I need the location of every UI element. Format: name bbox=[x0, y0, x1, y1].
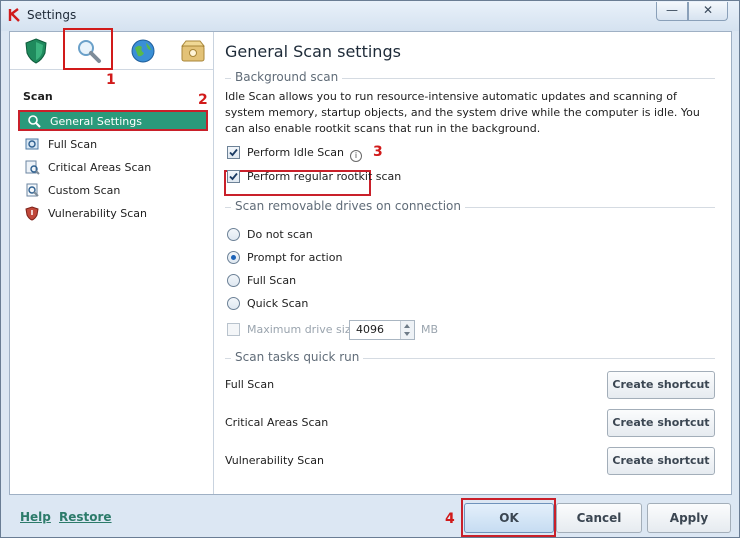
sidebar-item-vulnerability-scan[interactable]: Vulnerability Scan bbox=[18, 203, 208, 224]
quick-run-group: Scan tasks quick run bbox=[225, 350, 715, 365]
main-panel: General Scan settings Background scan Id… bbox=[215, 32, 731, 494]
sidebar-item-label: General Settings bbox=[50, 115, 142, 128]
radio-button[interactable] bbox=[227, 251, 240, 264]
ok-button[interactable]: OK bbox=[464, 503, 554, 533]
radio-label: Do not scan bbox=[247, 228, 313, 241]
group-label: Background scan bbox=[231, 70, 343, 84]
size-unit: MB bbox=[421, 323, 439, 336]
radio-button[interactable] bbox=[227, 297, 240, 310]
stepper-arrows[interactable] bbox=[400, 321, 414, 339]
checkbox[interactable] bbox=[227, 170, 240, 183]
client-area: 1 2 Scan General Settings Full Scan Crit… bbox=[9, 28, 732, 495]
vulnerability-icon bbox=[25, 206, 39, 221]
checkbox-label: Perform regular rootkit scan bbox=[247, 170, 402, 183]
page-title: General Scan settings bbox=[225, 42, 401, 61]
annotation-1: 1 bbox=[106, 72, 116, 88]
sidebar: 1 2 Scan General Settings Full Scan Crit… bbox=[10, 28, 214, 494]
sidebar-item-general-settings[interactable]: General Settings bbox=[18, 110, 208, 131]
radio-button[interactable] bbox=[227, 274, 240, 287]
radio-label: Quick Scan bbox=[247, 297, 309, 310]
task-label-critical-areas-scan: Critical Areas Scan bbox=[225, 416, 329, 429]
close-button[interactable]: ✕ bbox=[688, 2, 728, 21]
annotation-3: 3 bbox=[373, 144, 383, 160]
advanced-icon[interactable] bbox=[172, 36, 212, 66]
category-toolbar bbox=[10, 28, 213, 70]
sidebar-item-label: Full Scan bbox=[48, 138, 98, 151]
sidebar-item-custom-scan[interactable]: Custom Scan bbox=[18, 180, 208, 201]
window-title: Settings bbox=[27, 8, 77, 22]
protection-icon[interactable] bbox=[16, 36, 56, 66]
group-label: Scan removable drives on connection bbox=[231, 199, 465, 213]
apply-button[interactable]: Apply bbox=[647, 503, 731, 533]
sidebar-item-label: Critical Areas Scan bbox=[48, 161, 152, 174]
removable-drives-group: Scan removable drives on connection bbox=[225, 199, 715, 214]
settings-window: Settings — ✕ 1 2 Scan General Settings F… bbox=[0, 0, 740, 538]
radio-label: Full Scan bbox=[247, 274, 297, 287]
cancel-button[interactable]: Cancel bbox=[556, 503, 642, 533]
info-icon[interactable]: i bbox=[349, 150, 362, 162]
checkmark-icon bbox=[229, 172, 238, 181]
max-drive-size-stepper[interactable]: 4096 bbox=[349, 320, 415, 340]
sidebar-section-title: Scan bbox=[23, 90, 53, 103]
radio-label: Prompt for action bbox=[247, 251, 343, 264]
create-shortcut-vulnerability-button[interactable]: Create shortcut bbox=[607, 447, 715, 475]
annotation-2: 2 bbox=[198, 92, 208, 108]
idle-scan-description: Idle Scan allows you to run resource-int… bbox=[225, 90, 700, 135]
checkbox-label: Maximum drive size: bbox=[247, 323, 362, 336]
create-shortcut-full-scan-button[interactable]: Create shortcut bbox=[607, 371, 715, 399]
checkmark-icon bbox=[229, 148, 238, 157]
sidebar-item-critical-areas-scan[interactable]: Critical Areas Scan bbox=[18, 157, 208, 178]
critical-areas-icon bbox=[25, 160, 40, 175]
magnifier-icon bbox=[28, 115, 41, 128]
kaspersky-logo-icon bbox=[8, 8, 20, 22]
chevron-up-icon[interactable] bbox=[404, 324, 410, 328]
help-link[interactable]: Help bbox=[20, 510, 51, 524]
chevron-down-icon[interactable] bbox=[404, 332, 410, 336]
checkbox[interactable] bbox=[227, 146, 240, 159]
task-label-full-scan: Full Scan bbox=[225, 378, 275, 391]
checkbox-label: Perform Idle Scan bbox=[247, 146, 344, 159]
task-label-vulnerability-scan: Vulnerability Scan bbox=[225, 454, 325, 467]
minimize-button[interactable]: — bbox=[656, 2, 688, 21]
background-scan-group: Background scan bbox=[225, 70, 715, 85]
full-scan-icon bbox=[25, 138, 39, 150]
stepper-value: 4096 bbox=[356, 323, 384, 336]
custom-scan-icon bbox=[26, 183, 39, 197]
radio-button[interactable] bbox=[227, 228, 240, 241]
sidebar-item-full-scan[interactable]: Full Scan bbox=[18, 134, 208, 155]
restore-link[interactable]: Restore bbox=[59, 510, 112, 524]
create-shortcut-critical-areas-button[interactable]: Create shortcut bbox=[607, 409, 715, 437]
update-icon[interactable] bbox=[122, 36, 162, 66]
sidebar-item-label: Custom Scan bbox=[48, 184, 121, 197]
group-label: Scan tasks quick run bbox=[231, 350, 364, 364]
checkbox[interactable] bbox=[227, 323, 240, 336]
sidebar-item-label: Vulnerability Scan bbox=[48, 207, 148, 220]
annotation-4: 4 bbox=[445, 511, 455, 527]
title-bar: Settings — ✕ bbox=[1, 1, 739, 31]
scan-tab-highlight bbox=[63, 28, 113, 70]
